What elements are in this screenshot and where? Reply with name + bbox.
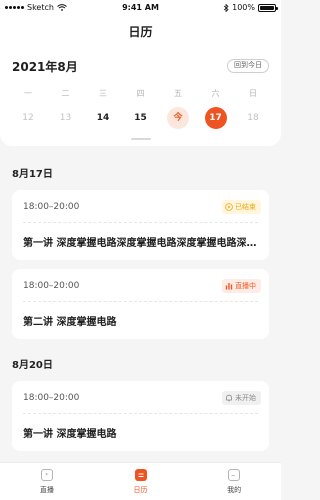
tab-label: 日历 <box>133 486 148 494</box>
tab-calendar[interactable]: 日历 <box>94 463 188 500</box>
lesson-time: 18:00–20:00 <box>23 281 80 291</box>
battery-percent: 100% <box>232 3 255 12</box>
bottom-tab-bar: 直播 日历 我的 <box>0 462 281 500</box>
weekday-label: 日 <box>249 89 257 98</box>
date-cell[interactable]: 18 <box>235 107 271 129</box>
lesson-time: 18:00–20:00 <box>23 393 80 403</box>
page-title: 日历 <box>0 16 281 48</box>
live-tab-icon <box>40 469 53 481</box>
weekday-label: 三 <box>99 89 107 98</box>
tab-live[interactable]: 直播 <box>0 463 94 500</box>
date-cell[interactable]: 15 <box>123 107 159 129</box>
lesson-time: 18:00–20:00 <box>23 202 80 212</box>
weekday-label: 四 <box>136 89 145 98</box>
section-date-heading: 8月20日 <box>12 360 53 371</box>
section-date-heading: 8月17日 <box>12 169 53 180</box>
tab-profile[interactable]: 我的 <box>187 463 281 500</box>
profile-tab-icon <box>228 469 241 481</box>
calendar-tab-icon <box>134 469 147 481</box>
date-cell[interactable]: 12 <box>10 107 46 129</box>
back-to-today-button[interactable]: 回到今日 <box>227 59 269 73</box>
date-number: 17 <box>204 107 227 129</box>
date-row: 12 13 14 15 今 17 18 <box>10 107 271 129</box>
bell-icon <box>226 394 232 402</box>
divider <box>23 301 258 302</box>
month-title: 2021年8月 <box>12 60 78 74</box>
bluetooth-icon <box>223 3 229 12</box>
status-badge-ended: 已结束 <box>222 200 261 214</box>
lesson-card[interactable]: 18:00–20:00 直播中 第二讲 深度掌握电路 <box>12 269 269 339</box>
weekday-label: 一 <box>24 89 32 98</box>
date-number: 18 <box>247 113 259 123</box>
status-bar: Sketch 9:41 AM 100% <box>0 0 281 16</box>
lesson-title: 第一讲 深度掌握电路 <box>23 429 117 440</box>
date-cell-selected[interactable]: 17 <box>198 107 234 129</box>
date-cell-today[interactable]: 今 <box>160 107 196 129</box>
lesson-title: 第一讲 深度掌握电路深度掌握电路深度掌握电路深度掌握电路 <box>23 238 258 249</box>
date-number: 14 <box>96 113 110 123</box>
battery-icon <box>258 3 278 12</box>
divider <box>23 413 258 414</box>
tab-label: 我的 <box>227 486 242 494</box>
lesson-title: 第二讲 深度掌握电路 <box>23 317 117 328</box>
lesson-card[interactable]: 18:00–20:00 已结束 第一讲 深度掌握电路深度掌握电路深度掌握电路深度… <box>12 190 269 260</box>
date-number: 15 <box>134 113 147 123</box>
date-number: 今 <box>167 107 189 129</box>
weekday-label: 六 <box>211 89 220 98</box>
status-label: 未开始 <box>235 394 256 402</box>
status-badge-live: 直播中 <box>222 279 261 293</box>
tab-label: 直播 <box>39 486 54 494</box>
play-circle-icon <box>225 203 233 211</box>
lesson-card[interactable]: 18:00–20:00 未开始 第一讲 深度掌握电路 <box>12 381 269 451</box>
weekday-row: 一 二 三 四 五 六 日 <box>10 88 271 99</box>
status-label: 已结束 <box>235 203 256 211</box>
status-badge-pending: 未开始 <box>222 391 261 405</box>
weekday-label: 五 <box>174 89 182 98</box>
live-bars-icon <box>225 283 233 290</box>
date-cell[interactable]: 14 <box>85 107 121 129</box>
divider <box>23 222 258 223</box>
date-number: 13 <box>59 113 72 123</box>
status-label: 直播中 <box>235 282 256 290</box>
status-right: 100% <box>223 3 278 12</box>
date-number: 12 <box>22 113 34 123</box>
calendar-week-strip: 2021年8月 回到今日 一 二 三 四 五 六 日 12 13 14 15 今… <box>0 48 281 146</box>
expand-handle[interactable] <box>131 138 151 140</box>
date-cell[interactable]: 13 <box>48 107 84 129</box>
weekday-label: 二 <box>61 89 70 98</box>
